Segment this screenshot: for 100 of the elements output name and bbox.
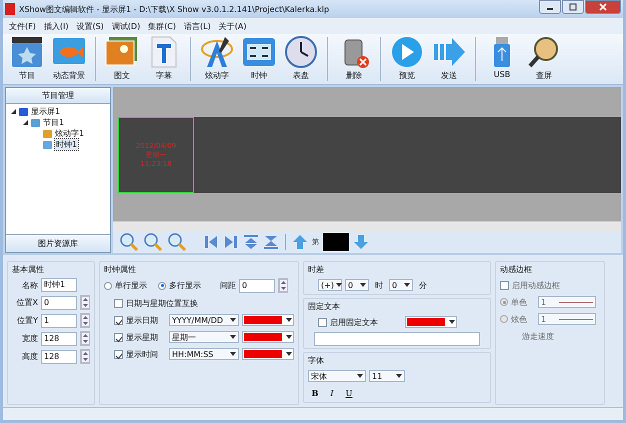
group-title: 字体 [308, 355, 325, 366]
spinner-icon[interactable] [278, 278, 288, 293]
tree-item[interactable]: 时钟1 [54, 138, 80, 151]
checkbox-label: 启用动感边框 [512, 280, 560, 290]
color-picker[interactable] [405, 316, 457, 328]
expander-icon[interactable] [10, 108, 17, 115]
field-label: 高度 [21, 351, 38, 362]
color-picker[interactable] [242, 331, 294, 343]
tree-item[interactable]: 节目1 [42, 117, 66, 128]
field-label: 间距 [220, 280, 236, 291]
field-label: 名称 [21, 280, 38, 290]
format-dropdown[interactable]: 星期一 [169, 331, 239, 343]
toolbar-button[interactable]: USB [482, 35, 522, 83]
arrow-up-icon[interactable] [292, 234, 308, 250]
menu-item[interactable]: 插入(I) [44, 20, 68, 32]
zoom-icon[interactable] [143, 232, 163, 252]
panel-footer-button[interactable]: 图片资源库 [6, 234, 110, 252]
group-title: 时差 [308, 264, 325, 275]
first-icon[interactable] [203, 234, 219, 250]
radio-button[interactable] [158, 282, 166, 290]
font-style-button[interactable]: I [325, 387, 339, 399]
spinner-icon[interactable] [80, 295, 90, 310]
input-field[interactable]: 0 [239, 278, 275, 292]
zoom-icon[interactable] [167, 232, 187, 252]
radio-label: 炫色 [511, 314, 528, 324]
menu-item[interactable]: 设置(S) [76, 20, 104, 32]
sign-dropdown[interactable]: (+) [318, 279, 342, 291]
radio-button[interactable] [104, 282, 112, 290]
node-icon [31, 118, 40, 126]
node-icon [43, 140, 52, 148]
checkbox[interactable] [114, 298, 123, 308]
spinner-icon[interactable] [80, 313, 90, 328]
checkbox[interactable] [114, 332, 123, 342]
toolbar-button[interactable]: 炫动字 [197, 35, 237, 83]
checkbox[interactable] [114, 350, 123, 358]
menu-item[interactable]: 文件(F) [9, 20, 36, 32]
toolbar-button[interactable]: 表盘 [281, 35, 321, 83]
maximize-button[interactable] [562, 0, 584, 14]
last-icon[interactable] [223, 234, 239, 250]
toolbar-button[interactable]: 图文 [102, 35, 142, 83]
move-bottom-icon[interactable] [263, 234, 279, 250]
close-icon [598, 3, 608, 11]
text-input-field[interactable] [314, 332, 480, 346]
color-picker[interactable] [242, 314, 294, 326]
hours-dropdown[interactable]: 0 [345, 279, 369, 291]
checkbox-label: 日期与星期位置互换 [126, 298, 198, 308]
input-field[interactable]: 128 [41, 332, 77, 346]
font-family-dropdown[interactable]: 宋体 [308, 370, 366, 382]
node-icon [43, 130, 52, 138]
font-style-button[interactable]: U [342, 387, 356, 399]
zoom-icon[interactable] [119, 232, 139, 252]
menu-item[interactable]: 集群(C) [148, 20, 176, 32]
format-dropdown[interactable]: YYYY/MM/DD [169, 314, 239, 326]
tree-item[interactable]: 炫动字1 [54, 128, 86, 139]
horizontal-scrollbar[interactable] [113, 221, 621, 231]
minutes-dropdown[interactable]: 0 [389, 279, 413, 291]
color-picker[interactable] [242, 348, 294, 360]
toolbar-button[interactable]: 删除 [334, 35, 374, 83]
field-label: 位置Y [16, 315, 38, 326]
spinner-icon[interactable] [80, 349, 90, 364]
toolbar-button[interactable]: 查屏 [524, 35, 564, 83]
checkbox[interactable] [318, 318, 327, 326]
expander-icon[interactable] [22, 119, 29, 126]
menu-item[interactable]: 语言(L) [184, 20, 211, 32]
move-top-icon[interactable] [243, 234, 259, 250]
menu-item[interactable]: 调试(D) [112, 20, 140, 32]
toolbar-button[interactable]: 字幕 [144, 35, 184, 83]
play-icon [389, 35, 425, 69]
radio-label: 多行显示 [169, 280, 201, 291]
digital-clock-icon [241, 35, 277, 69]
toolbar-button[interactable]: 发送 [429, 35, 469, 83]
format-dropdown[interactable]: HH:MM:SS [169, 348, 239, 360]
input-field[interactable]: 时钟1 [41, 278, 77, 292]
spinner-icon[interactable] [80, 331, 90, 346]
toolbar-button[interactable]: 动态背景 [49, 35, 89, 83]
font-size-dropdown[interactable]: 11 [369, 370, 405, 382]
unit-label: 时 [375, 280, 383, 290]
minimize-button[interactable] [539, 0, 561, 14]
checkbox-label: 显示星期 [126, 332, 159, 342]
node-icon [19, 108, 28, 116]
group-title: 固定文本 [308, 301, 341, 312]
panel-header-button[interactable]: 节目管理 [6, 88, 110, 104]
maximize-icon [568, 3, 578, 11]
toolbar-button[interactable]: 时钟 [239, 35, 279, 83]
input-field[interactable]: 0 [41, 296, 77, 310]
checkbox[interactable] [114, 316, 123, 324]
page-field[interactable] [323, 233, 349, 251]
input-field[interactable]: 1 [41, 314, 77, 328]
radio-label: 单行显示 [115, 280, 147, 291]
toolbar-button[interactable]: 预览 [387, 35, 427, 83]
input-field[interactable]: 128 [41, 350, 77, 364]
tree-item[interactable]: 显示屏1 [30, 106, 62, 117]
toolbar-button[interactable]: 节目 [7, 35, 47, 83]
font-style-button[interactable]: B [308, 387, 322, 399]
group-title: 时钟属性 [104, 264, 137, 275]
arrow-down-icon[interactable] [353, 234, 369, 250]
clapperboard-icon [9, 35, 45, 69]
close-button[interactable] [585, 0, 621, 14]
checkbox-label: 显示日期 [126, 314, 159, 326]
menu-item[interactable]: 关于(A) [218, 20, 246, 32]
